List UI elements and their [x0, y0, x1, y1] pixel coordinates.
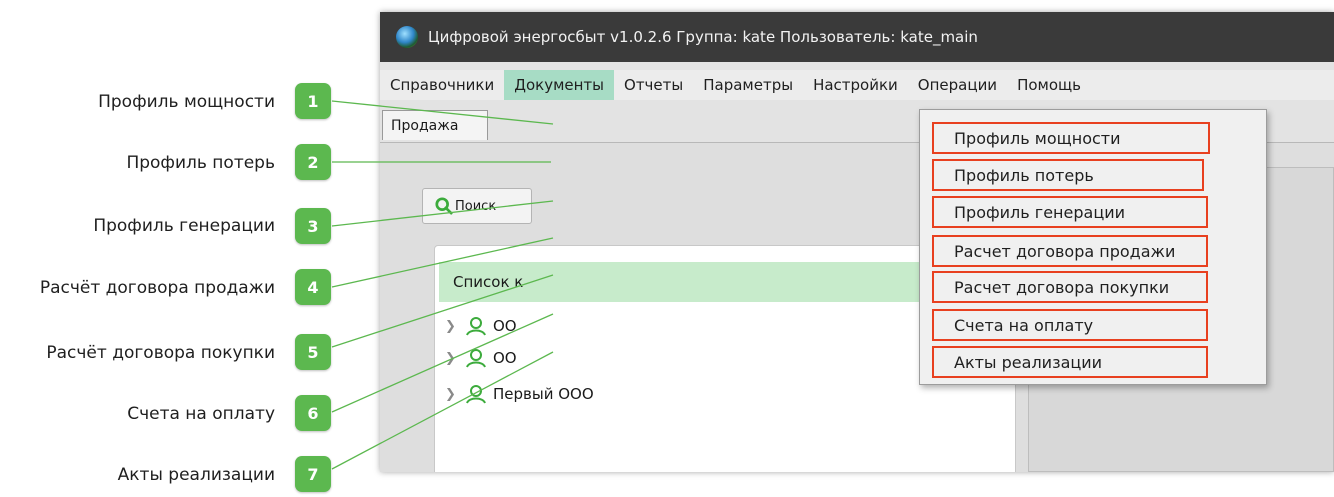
search-icon [435, 197, 453, 215]
menu-parameters[interactable]: Параметры [693, 70, 803, 100]
menu-reports[interactable]: Отчеты [614, 70, 693, 100]
callout-badge-6: 6 [295, 395, 331, 431]
user-icon [466, 385, 486, 404]
menu-bar: Справочники Документы Отчеты Параметры Н… [380, 70, 1334, 100]
menu-item-sales-contract-calc[interactable]: Расчет договора продажи [932, 235, 1208, 267]
menu-documents[interactable]: Документы [504, 70, 615, 100]
user-icon [466, 317, 486, 336]
callout-label-6: Счета на оплату [127, 404, 275, 424]
chevron-right-icon[interactable]: ❯ [445, 387, 465, 402]
callout-label-7: Акты реализации [117, 465, 275, 485]
callout-badge-3: 3 [295, 208, 331, 244]
chevron-right-icon[interactable]: ❯ [445, 319, 465, 334]
menu-item-purchase-contract-calc[interactable]: Расчет договора покупки [932, 271, 1208, 303]
menu-references[interactable]: Справочники [380, 70, 504, 100]
menu-item-sales-acts[interactable]: Акты реализации [932, 346, 1208, 378]
menu-help[interactable]: Помощь [1007, 70, 1091, 100]
callout-label-5: Расчёт договора покупки [46, 343, 275, 363]
tree-item-label: ОО [493, 349, 517, 367]
callout-badge-4: 4 [295, 269, 331, 305]
tab-sales[interactable]: Продажа [382, 110, 488, 140]
menu-item-generation-profile[interactable]: Профиль генерации [932, 196, 1208, 228]
menu-item-loss-profile[interactable]: Профиль потерь [932, 159, 1204, 191]
tree-item[interactable]: ❯ Первый ООО [445, 382, 594, 406]
callout-badge-1: 1 [295, 83, 331, 119]
search-button[interactable]: Поиск [422, 188, 532, 224]
callout-badge-2: 2 [295, 144, 331, 180]
user-icon [466, 349, 486, 368]
search-button-label: Поиск [455, 198, 497, 214]
menu-item-invoices[interactable]: Счета на оплату [932, 309, 1208, 341]
tree-item-label: Первый ООО [493, 385, 594, 403]
menu-operations[interactable]: Операции [908, 70, 1007, 100]
globe-icon [396, 26, 418, 48]
callout-label-3: Профиль генерации [93, 216, 275, 236]
tree-item[interactable]: ❯ ОО [445, 314, 517, 338]
documents-dropdown: Профиль мощности Профиль потерь Профиль … [919, 109, 1267, 385]
callout-badge-7: 7 [295, 456, 331, 492]
menu-item-power-profile[interactable]: Профиль мощности [932, 122, 1210, 154]
app-window: Цифровой энергосбыт v1.0.2.6 Группа: kat… [380, 12, 1334, 472]
tree-item[interactable]: ❯ ОО [445, 346, 517, 370]
callout-label-4: Расчёт договора продажи [39, 278, 275, 298]
callout-label-2: Профиль потерь [126, 153, 275, 173]
window-title: Цифровой энергосбыт v1.0.2.6 Группа: kat… [428, 28, 978, 46]
menu-settings[interactable]: Настройки [803, 70, 908, 100]
callout-label-1: Профиль мощности [98, 92, 275, 112]
tree-item-label: ОО [493, 317, 517, 335]
title-bar: Цифровой энергосбыт v1.0.2.6 Группа: kat… [380, 12, 1334, 62]
chevron-right-icon[interactable]: ❯ [445, 351, 465, 366]
callout-badge-5: 5 [295, 334, 331, 370]
